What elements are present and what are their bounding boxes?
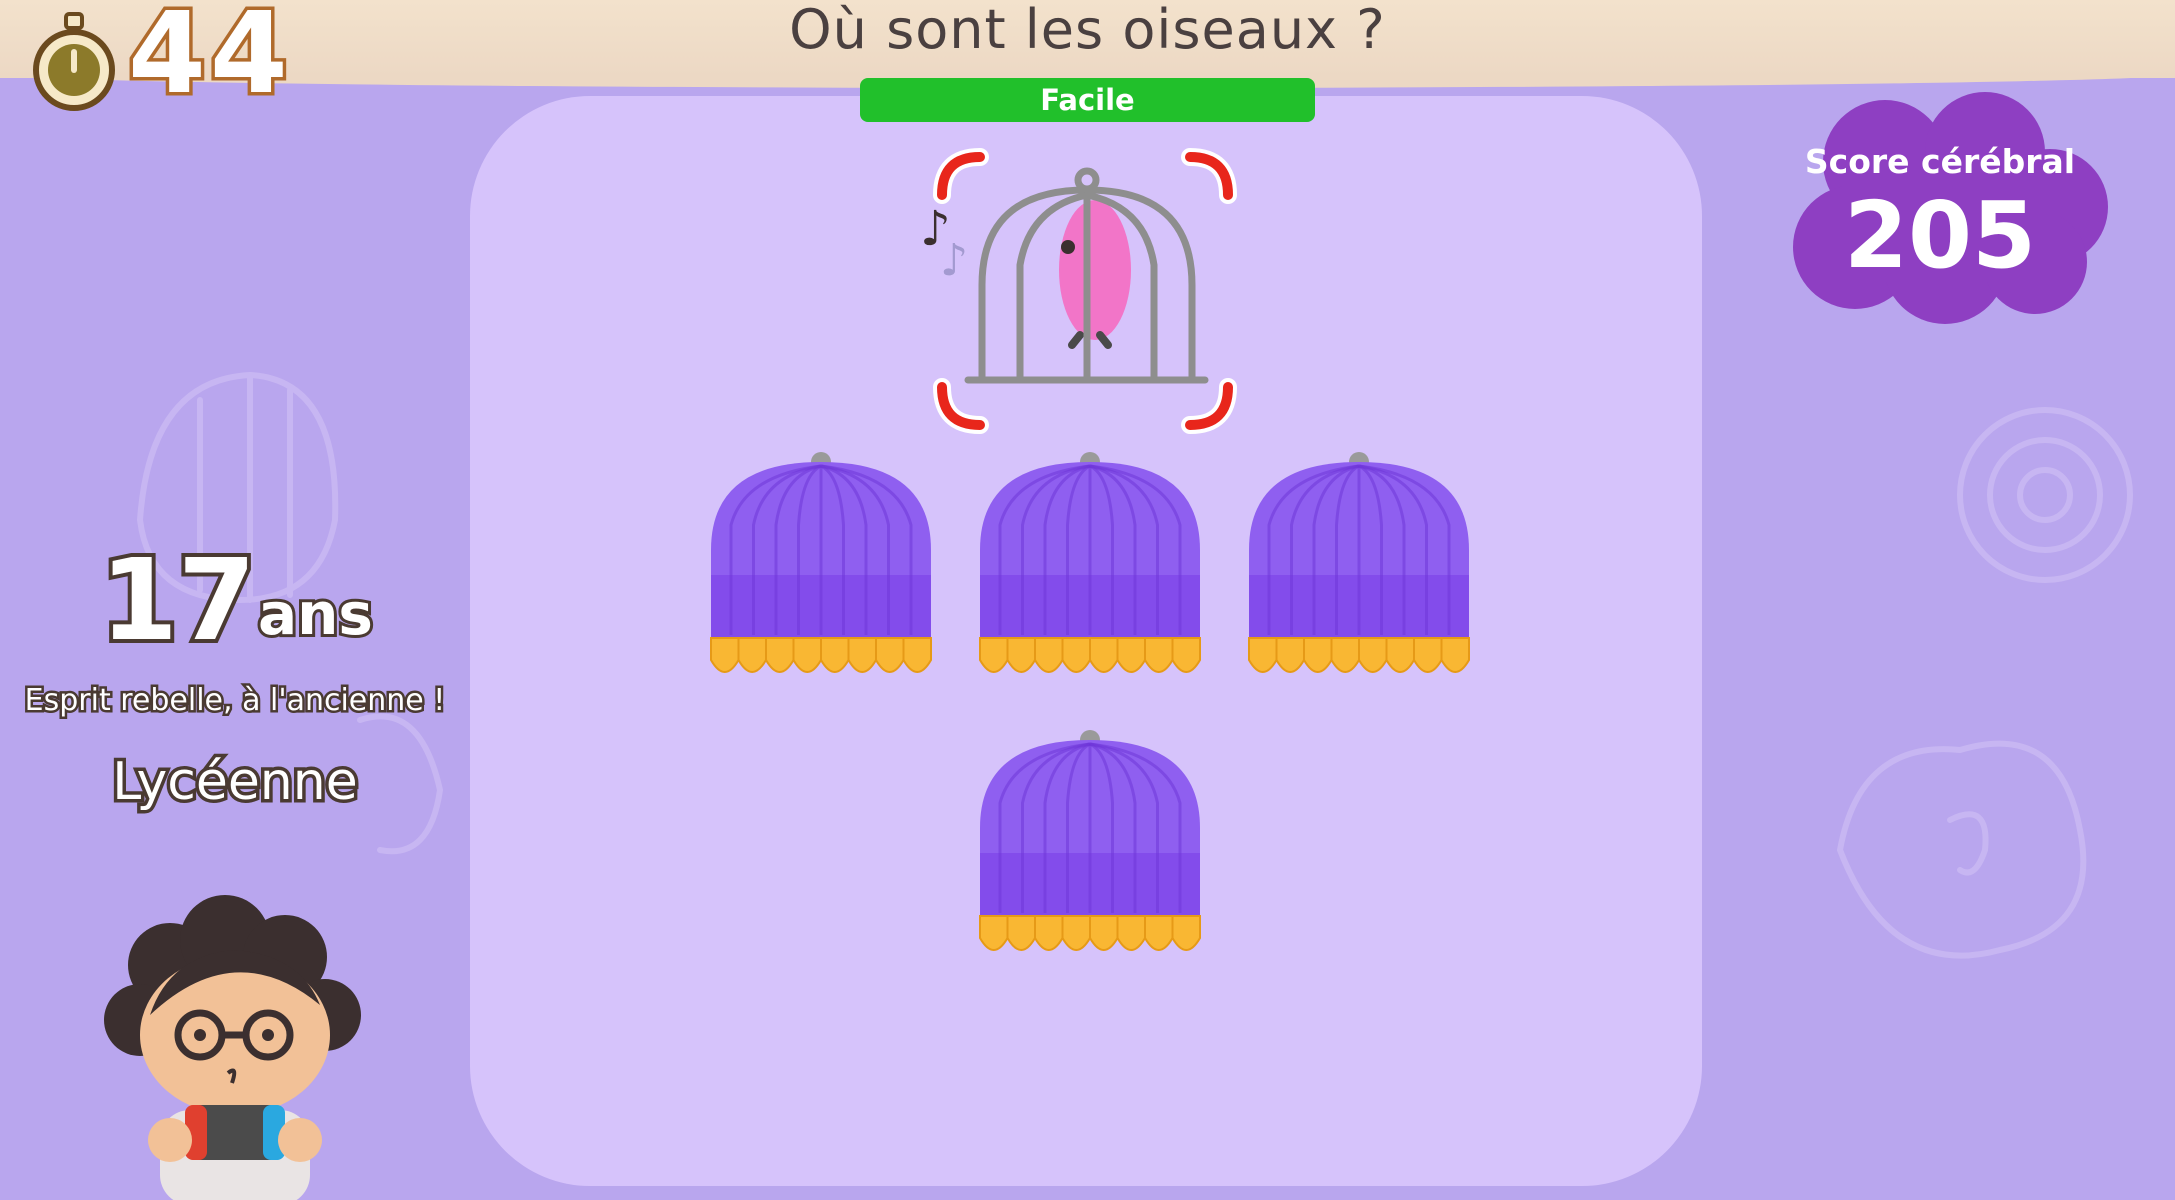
difficulty-badge: Facile xyxy=(860,78,1315,122)
music-notes-icon: ♪ ♪ xyxy=(920,201,968,286)
covered-cage-button[interactable] xyxy=(706,450,936,695)
brain-age-title: Lycéenne xyxy=(109,749,361,816)
covered-cage-button[interactable] xyxy=(975,450,1205,695)
player-avatar xyxy=(104,895,361,1200)
brain-age-unit: ans xyxy=(255,580,376,648)
covered-cage-button[interactable] xyxy=(975,728,1205,973)
brain-age-value: 17 xyxy=(96,536,260,666)
question-text: Où sont les oiseaux ? xyxy=(789,0,1386,61)
timer-value: 44 xyxy=(125,0,292,119)
score-label: Score cérébral xyxy=(1804,142,2076,181)
pink-bird-icon xyxy=(1059,200,1131,349)
game-controller-icon xyxy=(185,1105,285,1160)
stopwatch-icon xyxy=(33,12,115,111)
brain-age-comment: Esprit rebelle, à l'ancienne ! xyxy=(22,681,448,721)
covered-cage-button[interactable] xyxy=(1244,450,1474,695)
svg-text:♪: ♪ xyxy=(940,235,968,286)
timer: 44 xyxy=(30,0,310,114)
revealed-cage[interactable]: ♪ ♪ xyxy=(920,135,1250,455)
score-value: 205 xyxy=(1843,182,2037,289)
